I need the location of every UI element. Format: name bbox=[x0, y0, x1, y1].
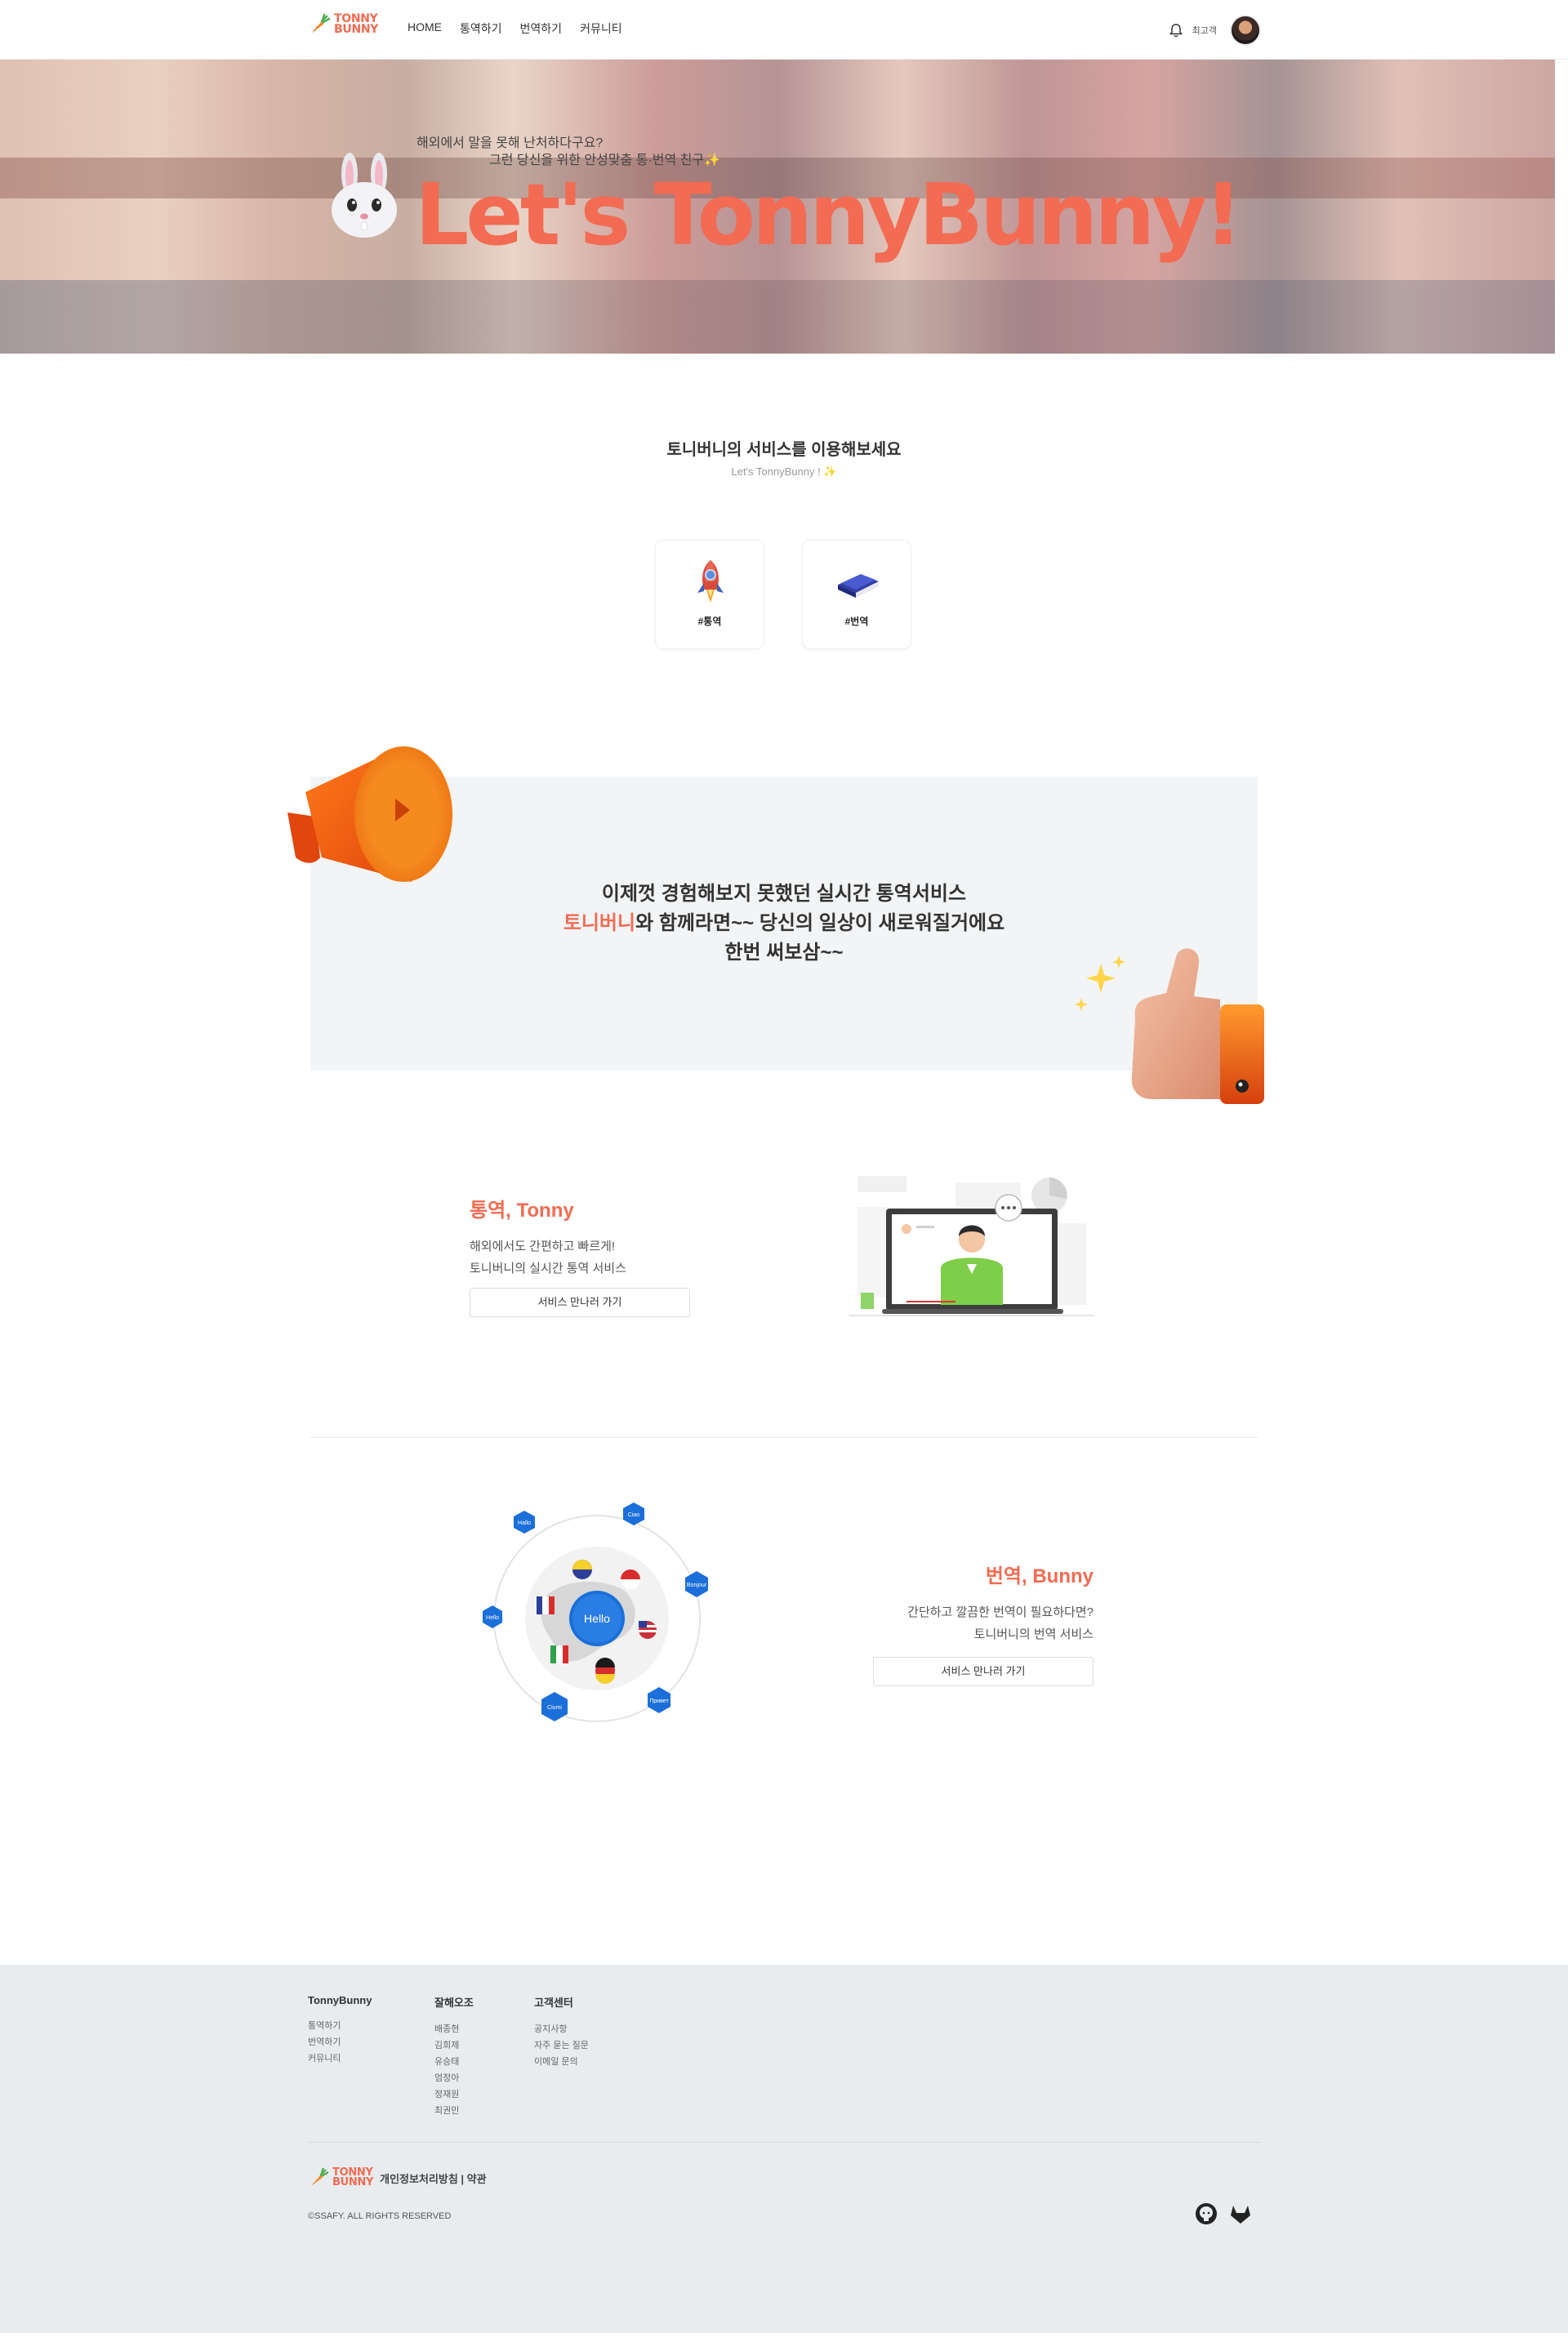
footer-member: 엄정아 bbox=[434, 2073, 460, 2083]
footer-link[interactable]: 공지사항 bbox=[534, 2021, 589, 2037]
promo-accent: 토니버니 bbox=[563, 912, 636, 934]
hex-label-2: Ciao bbox=[628, 1512, 640, 1518]
thumbs-up-icon bbox=[1075, 948, 1264, 1104]
top-header: TONNY BUNNY HOME 통역하기 번역하기 커뮤니티 최고객 bbox=[0, 0, 1568, 60]
translate-feature: 번역, Bunny 간단하고 깔끔한 번역이 필요하다면? 토니버니의 번역 서… bbox=[873, 1560, 1094, 1686]
social-links bbox=[1194, 2202, 1253, 2226]
footer-link[interactable]: 자주 묻는 질문 bbox=[534, 2037, 589, 2054]
services-subtitle: Let's TonnyBunny ! ✨ bbox=[731, 465, 837, 478]
avatar[interactable] bbox=[1230, 15, 1261, 46]
globe-center-label: Hello bbox=[584, 1612, 610, 1625]
footer-col-team: 잘해오조 배종현 김희제 유승태 엄정아 정재원 최권민 bbox=[434, 1994, 474, 2119]
header-user-area: 최고객 bbox=[1168, 15, 1261, 46]
interpret-desc-line1: 해외에서도 간편하고 빠르게! bbox=[470, 1240, 616, 1253]
github-icon[interactable] bbox=[1194, 2202, 1218, 2226]
service-card-translate-label: #번역 bbox=[844, 616, 869, 627]
bell-icon[interactable] bbox=[1168, 22, 1184, 38]
footer-col-title: 고객센터 bbox=[534, 1997, 573, 2009]
interpret-feature-desc: 해외에서도 간편하고 빠르게! 토니버니의 실시간 통역 서비스 bbox=[470, 1236, 690, 1280]
logo[interactable]: TONNY BUNNY bbox=[308, 13, 378, 36]
translate-desc-line2: 토니버니의 번역 서비스 bbox=[973, 1627, 1094, 1641]
nav-interpret[interactable]: 통역하기 bbox=[460, 20, 502, 37]
footer-logo-line2: BUNNY bbox=[332, 2176, 374, 2188]
page: TONNY BUNNY HOME 통역하기 번역하기 커뮤니티 최고객 해외에서… bbox=[0, 0, 1568, 2333]
globe-languages-illustration: Hello Hallo Ciao Bonjour Привет Ciumi He… bbox=[483, 1503, 708, 1722]
service-card-interpret[interactable]: #통역 bbox=[655, 540, 764, 649]
promo-line2-rest: 와 함께라면~~ 당신의 일상이 새로워질거에요 bbox=[635, 912, 1005, 934]
section-divider bbox=[310, 1437, 1258, 1438]
footer-member: 최권민 bbox=[434, 2106, 460, 2116]
hero-banner: 해외에서 말을 못해 난처하다구요? 그런 당신을 위한 안성맞춤 통·번역 친… bbox=[0, 60, 1555, 354]
nav-home[interactable]: HOME bbox=[408, 20, 442, 37]
hero-subtitle-line1: 해외에서 말을 못해 난처하다구요? bbox=[416, 136, 604, 150]
footer-member: 유승태 bbox=[434, 2057, 460, 2067]
footer-logo-text: TONNY BUNNY bbox=[332, 2167, 374, 2188]
main-nav: HOME 통역하기 번역하기 커뮤니티 bbox=[408, 20, 622, 37]
nav-community[interactable]: 커뮤니티 bbox=[580, 20, 622, 37]
footer: TonnyBunny 통역하기 번역하기 커뮤니티 잘해오조 배종현 김희제 유… bbox=[0, 1965, 1568, 2333]
footer-member: 정재원 bbox=[434, 2090, 460, 2099]
carrot-icon bbox=[310, 2167, 329, 2187]
footer-col-support: 고객센터 공지사항 자주 묻는 질문 이메일 문의 bbox=[534, 1994, 589, 2070]
book-icon bbox=[838, 574, 879, 598]
policy-link[interactable]: 개인정보처리방침 | 약관 bbox=[380, 2170, 486, 2186]
translate-feature-title: 번역, Bunny bbox=[985, 1565, 1094, 1587]
video-call-illustration bbox=[849, 1176, 1094, 1316]
interpret-feature: 통역, Tonny 해외에서도 간편하고 빠르게! 토니버니의 실시간 통역 서… bbox=[470, 1194, 690, 1317]
interpret-feature-title: 통역, Tonny bbox=[470, 1200, 574, 1222]
promo-text: 이제껏 경험해보지 못했던 실시간 통역서비스 토니버니와 함께라면~~ 당신의… bbox=[0, 879, 1568, 968]
footer-divider bbox=[308, 2142, 1261, 2143]
services-title: 토니버니의 서비스를 이용해보세요 bbox=[666, 441, 902, 459]
translate-service-button[interactable]: 서비스 만나러 가기 bbox=[873, 1657, 1094, 1686]
footer-member: 배종현 bbox=[434, 2024, 460, 2034]
translate-feature-desc: 간단하고 깔끔한 번역이 필요하다면? 토니버니의 번역 서비스 bbox=[873, 1601, 1094, 1645]
hex-label-4: Привет bbox=[649, 1699, 669, 1704]
logo-text: TONNY BUNNY bbox=[334, 13, 379, 36]
footer-link[interactable]: 커뮤니티 bbox=[308, 2050, 372, 2067]
hero-title: Let's TonnyBunny! bbox=[415, 165, 1243, 265]
footer-col-title: TonnyBunny bbox=[308, 1994, 372, 2006]
logo-line2: BUNNY bbox=[334, 23, 379, 36]
footer-logo: TONNY BUNNY 개인정보처리방침 | 약관 bbox=[308, 2167, 487, 2188]
hex-label-1: Hallo bbox=[518, 1520, 531, 1526]
footer-col-service: TonnyBunny 통역하기 번역하기 커뮤니티 bbox=[308, 1994, 372, 2067]
user-name[interactable]: 최고객 bbox=[1192, 24, 1217, 37]
service-card-interpret-label: #통역 bbox=[697, 616, 722, 627]
interpret-service-button[interactable]: 서비스 만나러 가기 bbox=[470, 1288, 690, 1317]
gitlab-icon[interactable] bbox=[1228, 2202, 1253, 2226]
footer-link[interactable]: 번역하기 bbox=[308, 2034, 372, 2050]
footer-member: 김희제 bbox=[434, 2041, 460, 2050]
bunny-emoji-icon bbox=[332, 153, 397, 238]
carrot-icon bbox=[311, 13, 331, 33]
hex-label-5: Ciumi bbox=[547, 1705, 562, 1711]
hex-label-6: Hello bbox=[486, 1615, 499, 1621]
interpret-desc-line2: 토니버니의 실시간 통역 서비스 bbox=[470, 1262, 626, 1276]
footer-link[interactable]: 이메일 문의 bbox=[534, 2054, 589, 2070]
copyright: ©SSAFY. ALL RIGHTS RESERVED bbox=[308, 2211, 452, 2221]
promo-line3: 한번 써보삼~~ bbox=[724, 942, 844, 964]
footer-col-title: 잘해오조 bbox=[434, 1997, 474, 2009]
hex-label-3: Bonjour bbox=[687, 1583, 707, 1588]
service-card-translate[interactable]: #번역 bbox=[802, 540, 911, 649]
rocket-icon bbox=[697, 560, 724, 603]
footer-link[interactable]: 통역하기 bbox=[308, 2018, 372, 2034]
promo-line2: 토니버니와 함께라면~~ 당신의 일상이 새로워질거에요 bbox=[0, 909, 1568, 938]
nav-translate[interactable]: 번역하기 bbox=[520, 20, 563, 37]
megaphone-icon bbox=[287, 746, 452, 882]
promo-line1: 이제껏 경험해보지 못했던 실시간 통역서비스 bbox=[601, 883, 967, 905]
translate-desc-line1: 간단하고 깔끔한 번역이 필요하다면? bbox=[907, 1605, 1094, 1619]
